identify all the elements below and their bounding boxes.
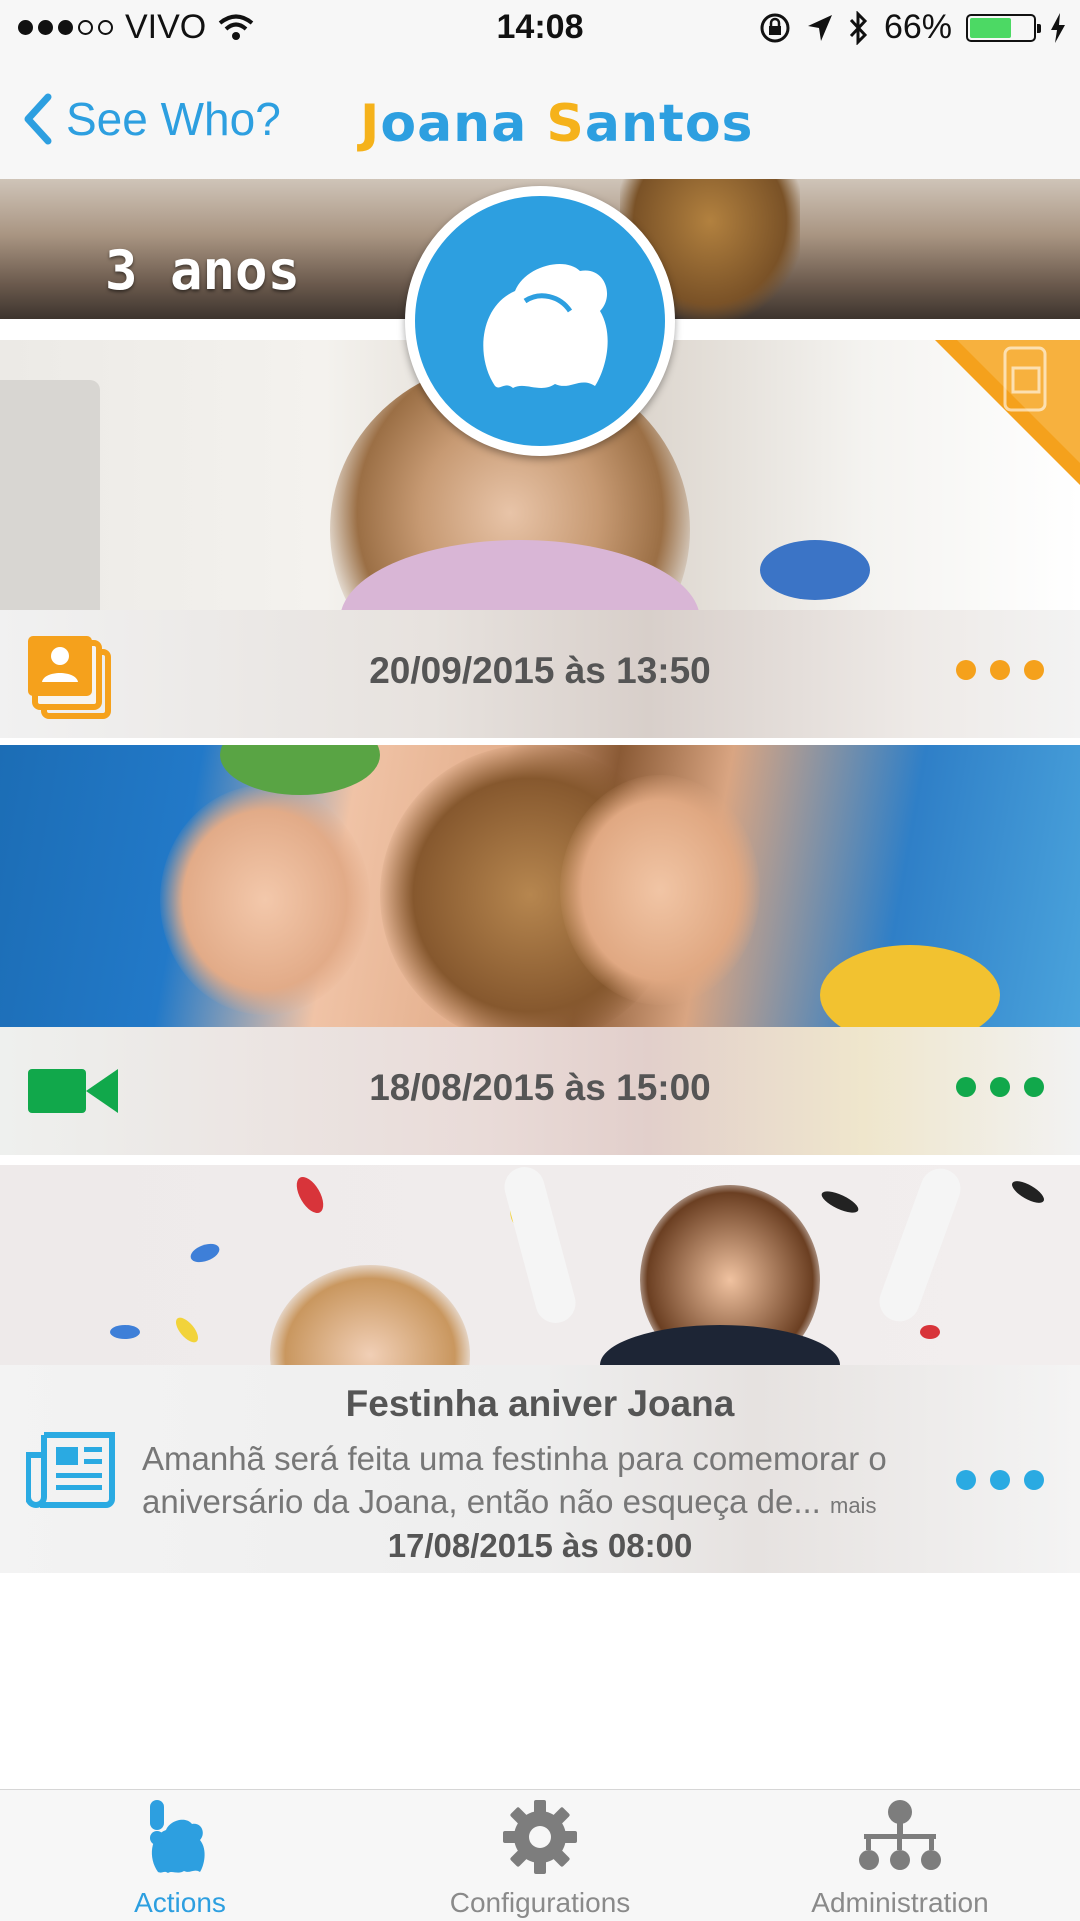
tab-configurations[interactable]: Configurations (360, 1798, 720, 1919)
page-title: Joana Santos (360, 94, 754, 154)
more-options-button[interactable] (956, 1470, 1044, 1490)
navigation-bar: See Who? Joana Santos (0, 54, 1080, 179)
feed-video-image[interactable] (0, 745, 1080, 1027)
chevron-left-icon (24, 93, 52, 145)
status-right: 66% (758, 8, 1066, 47)
photo-album-corner-badge (935, 340, 1080, 485)
child-head-icon (483, 263, 608, 388)
feed-item-photo-album[interactable]: 20/09/2015 às 13:50 (0, 610, 1080, 738)
hierarchy-icon (859, 1800, 941, 1870)
tab-administration[interactable]: Administration (720, 1798, 1080, 1919)
feed-news-image[interactable] (0, 1165, 1080, 1365)
feed-item-date: 20/09/2015 às 13:50 (369, 650, 711, 691)
title-first-name: Joana (360, 94, 528, 154)
child-age: 3 anos (105, 239, 301, 302)
tab-label: Configurations (449, 1887, 631, 1918)
tab-label: Actions (134, 1887, 226, 1918)
news-excerpt-text: Amanhã será feita uma festinha para come… (142, 1440, 887, 1520)
charging-icon (1051, 12, 1065, 43)
status-bar: VIVO 14:08 66% (0, 0, 1080, 54)
more-options-button[interactable] (956, 1077, 1044, 1097)
actions-icon (150, 1800, 205, 1873)
feed-item-video[interactable]: 18/08/2015 às 15:00 (0, 1027, 1080, 1155)
feed-item-date: 18/08/2015 às 15:00 (369, 1067, 711, 1108)
title-last-name: Santos (546, 94, 754, 154)
back-label: See Who? (66, 93, 281, 145)
tab-actions[interactable]: Actions (0, 1798, 360, 1919)
newspaper-icon (26, 1432, 115, 1509)
read-more-link[interactable]: mais (830, 1493, 876, 1518)
feed-item-date: 17/08/2015 às 08:00 (387, 1527, 693, 1564)
gear-icon (503, 1800, 577, 1874)
battery-icon (966, 13, 1041, 42)
battery-percent: 66% (883, 8, 952, 46)
profile-avatar[interactable] (405, 186, 675, 456)
tab-label: Administration (811, 1887, 989, 1918)
tab-bar: Actions Configurations Administration (0, 1789, 1080, 1921)
back-button[interactable]: See Who? (22, 92, 281, 146)
more-options-button[interactable] (956, 660, 1044, 680)
news-title: Festinha aniver Joana (345, 1383, 735, 1424)
bluetooth-icon (849, 10, 868, 45)
rotation-lock-icon (760, 13, 790, 42)
location-arrow-icon (807, 14, 832, 41)
news-excerpt: Amanhã será feita uma festinha para come… (142, 1437, 942, 1527)
feed-item-news[interactable]: Festinha aniver Joana Amanhã será feita … (0, 1365, 1080, 1573)
